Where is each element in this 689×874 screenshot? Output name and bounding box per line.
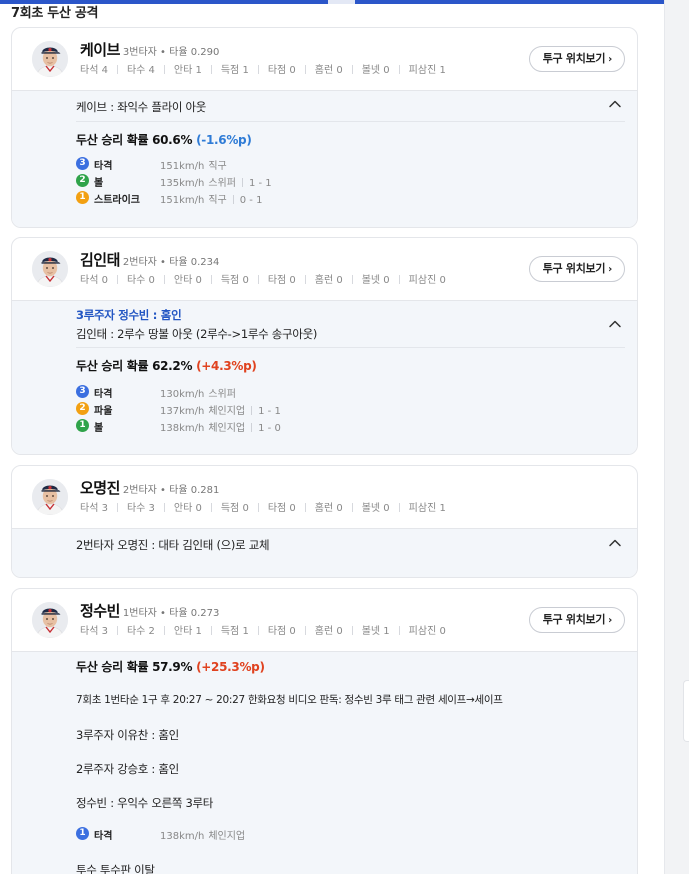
- chevron-up-icon[interactable]: [607, 535, 623, 551]
- stat-rbi: 타점 0: [267, 275, 296, 286]
- win-probability-delta: (+4.3%p): [196, 359, 257, 373]
- player-info: 1번타자 • 타율 0.273: [122, 608, 220, 619]
- play-detail: 두산 승리 확률 57.9% (+25.3%p) 7회초 1번타순 1구 후 2…: [12, 651, 637, 874]
- batter-card-1: 케이브 3번타자 • 타율 0.290 타석 4 타수 4 안타 1 득점 1 타점 0 홈…: [11, 27, 638, 228]
- player-stats: 타석 3 타수 2 안타 1 득점 1 타점 0 홈런 0 볼넷 1 피삼진 0: [80, 622, 446, 637]
- batter-card-4: 정수빈 1번타자 • 타율 0.273 타석 3 타수 2 안타 1 득점 1 타점 0 홈…: [11, 588, 638, 874]
- batter-header: 정수빈 1번타자 • 타율 0.273 타석 3 타수 2 안타 1 득점 1 타점 0 홈…: [12, 589, 637, 651]
- pitch-row: 1 타격 138km/h 체인지업: [76, 825, 593, 842]
- stat-so: 피삼진 1: [408, 65, 446, 76]
- stat-hr: 홈런 0: [314, 65, 343, 76]
- stat-pa: 타석 4: [80, 65, 108, 76]
- play-detail: 케이브 : 좌익수 플라이 아웃 두산 승리 확률 60.6% (-1.6%p)…: [12, 90, 637, 227]
- player-avatar: [32, 251, 68, 287]
- substitution-note: 2번타자 오명진 : 대타 김인태 (으)로 교체: [76, 538, 270, 552]
- stat-hits: 안타 0: [173, 503, 202, 514]
- stat-rbi: 타점 0: [267, 626, 296, 637]
- pitch-row: 2 볼 135km/h 스위퍼 1 - 1: [76, 172, 593, 189]
- stat-rbi: 타점 0: [267, 503, 296, 514]
- pitch-location-button[interactable]: 투구 위치보기 ›: [528, 607, 625, 633]
- stat-hr: 홈런 0: [314, 275, 343, 286]
- player-avatar: [32, 479, 68, 515]
- player-info: 3번타자 • 타율 0.290: [122, 47, 220, 58]
- chevron-right-icon: ›: [608, 615, 612, 626]
- batter-header: 케이브 3번타자 • 타율 0.290 타석 4 타수 4 안타 1 득점 1 타점 0 홈…: [12, 28, 637, 90]
- player-stats: 타석 0 타수 0 안타 0 득점 0 타점 0 홈런 0 볼넷 0 피삼진 0: [80, 271, 446, 286]
- stat-ab: 타수 2: [126, 626, 155, 637]
- play-detail: 3루주자 정수빈 : 홈인 김인태 : 2루수 땅볼 아웃 (2루수->1루수 …: [12, 300, 637, 454]
- stat-hr: 홈런 0: [314, 503, 343, 514]
- pitch-list: 1 타격 138km/h 체인지업: [12, 825, 637, 842]
- stat-hits: 안타 1: [173, 626, 202, 637]
- chevron-right-icon: ›: [608, 264, 612, 275]
- pitch-list: 3 타격 151km/h 직구 2 볼 135km/h 스위퍼 1 - 1 1 스트라이크 151…: [12, 155, 637, 206]
- chevron-up-icon[interactable]: [607, 96, 623, 112]
- pitch-location-button[interactable]: 투구 위치보기 ›: [528, 256, 625, 282]
- player-avatar: [32, 602, 68, 638]
- stat-rbi: 타점 0: [267, 65, 296, 76]
- right-side-panel: [664, 0, 689, 874]
- win-probability-delta: (-1.6%p): [196, 133, 252, 147]
- top-tab-indicator: [328, 0, 355, 4]
- win-probability: 두산 승리 확률 60.6% (-1.6%p): [76, 133, 252, 147]
- stat-so: 피삼진 0: [408, 275, 446, 286]
- stat-hits: 안타 1: [173, 65, 202, 76]
- win-probability: 두산 승리 확률 57.9% (+25.3%p): [76, 660, 265, 674]
- win-probability: 두산 승리 확률 62.2% (+4.3%p): [76, 359, 257, 373]
- player-name: 오명진: [80, 479, 120, 497]
- stat-hits: 안타 0: [173, 275, 202, 286]
- inning-title: 7회초 두산 공격: [11, 6, 99, 21]
- pitch-row: 2 파울 137km/h 체인지업 1 - 1: [76, 400, 593, 417]
- chevron-right-icon: ›: [608, 54, 612, 65]
- pitch-row: 1 볼 138km/h 체인지업 1 - 0: [76, 417, 593, 434]
- stat-ab: 타수 0: [126, 275, 155, 286]
- batter-card-2: 김인태 2번타자 • 타율 0.234 타석 0 타수 0 안타 0 득점 0 타점 0 홈…: [11, 237, 638, 455]
- player-name: 케이브: [80, 41, 120, 59]
- stat-runs: 득점 0: [220, 275, 249, 286]
- player-stats: 타석 4 타수 4 안타 1 득점 1 타점 0 홈런 0 볼넷 0 피삼진 1: [80, 61, 446, 76]
- runner-event: 2루주자 강승호 : 홈인: [76, 762, 179, 776]
- player-info: 2번타자 • 타율 0.234: [122, 257, 220, 268]
- play-result: 김인태 : 2루수 땅볼 아웃 (2루수->1루수 송구아웃): [76, 327, 318, 341]
- stat-runs: 득점 0: [220, 503, 249, 514]
- stat-bb: 볼넷 1: [361, 626, 390, 637]
- pitch-list: 3 타격 130km/h 스위퍼 2 파울 137km/h 체인지업 1 - 1 1 볼 138k…: [12, 383, 637, 434]
- stat-pa: 타석 3: [80, 626, 108, 637]
- stat-so: 피삼진 1: [408, 503, 446, 514]
- play-result: 정수빈 : 우익수 오른쪽 3루타: [76, 796, 214, 810]
- batter-header: 김인태 2번타자 • 타율 0.234 타석 0 타수 0 안타 0 득점 0 타점 0 홈…: [12, 238, 637, 300]
- play-result: 케이브 : 좌익수 플라이 아웃: [76, 100, 207, 114]
- stat-bb: 볼넷 0: [361, 65, 390, 76]
- stat-pa: 타석 0: [80, 275, 108, 286]
- stat-bb: 볼넷 0: [361, 275, 390, 286]
- stat-bb: 볼넷 0: [361, 503, 390, 514]
- batter-card-3: 오명진 2번타자 • 타율 0.281 타석 3 타수 3 안타 0 득점 0 타점 0 홈…: [11, 465, 638, 578]
- chevron-up-icon[interactable]: [607, 316, 623, 332]
- play-detail: 2번타자 오명진 : 대타 김인태 (으)로 교체: [12, 528, 637, 577]
- pitch-row: 3 타격 151km/h 직구: [76, 155, 593, 172]
- player-stats: 타석 3 타수 3 안타 0 득점 0 타점 0 홈런 0 볼넷 0 피삼진 1: [80, 499, 446, 514]
- pitch-row: 3 타격 130km/h 스위퍼: [76, 383, 593, 400]
- player-avatar: [32, 41, 68, 77]
- pitch-location-button[interactable]: 투구 위치보기 ›: [528, 46, 625, 72]
- pitcher-event: 투수 투수판 이탈: [76, 863, 155, 874]
- stat-runs: 득점 1: [220, 65, 249, 76]
- stat-ab: 타수 4: [126, 65, 155, 76]
- win-probability-delta: (+25.3%p): [196, 660, 265, 674]
- runner-event: 3루주자 이유찬 : 홈인: [76, 728, 179, 742]
- stat-so: 피삼진 0: [408, 626, 446, 637]
- side-panel-widget: [683, 680, 689, 742]
- runner-event: 3루주자 정수빈 : 홈인: [76, 308, 182, 322]
- player-name: 김인태: [80, 251, 120, 269]
- player-info: 2번타자 • 타율 0.281: [122, 485, 220, 496]
- stat-runs: 득점 1: [220, 626, 249, 637]
- batter-header: 오명진 2번타자 • 타율 0.281 타석 3 타수 3 안타 0 득점 0 타점 0 홈…: [12, 466, 637, 528]
- stat-ab: 타수 3: [126, 503, 155, 514]
- stat-pa: 타석 3: [80, 503, 108, 514]
- player-name: 정수빈: [80, 602, 120, 620]
- pitch-row: 1 스트라이크 151km/h 직구 0 - 1: [76, 189, 593, 206]
- stat-hr: 홈런 0: [314, 626, 343, 637]
- video-review-note: 7회초 1번타순 1구 후 20:27 ~ 20:27 한화요청 비디오 판독:…: [76, 694, 503, 706]
